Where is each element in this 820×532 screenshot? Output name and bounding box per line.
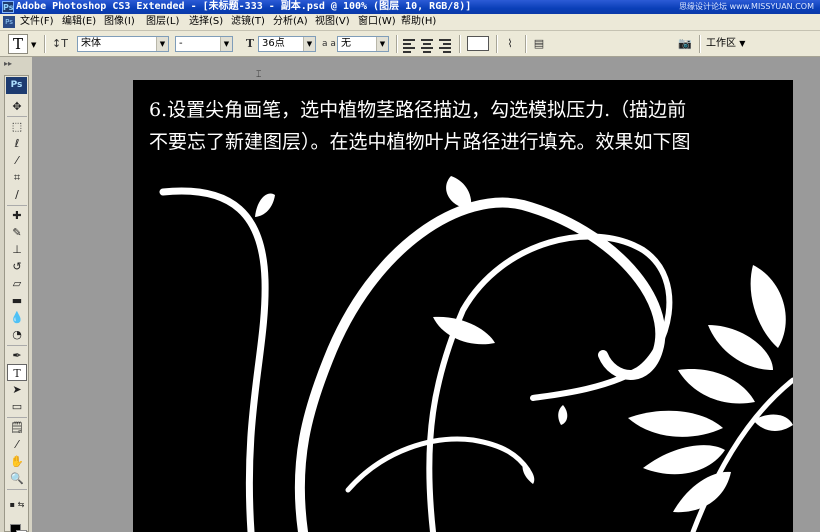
- window-title: Adobe Photoshop CS3 Extended - [未标题-333 …: [16, 1, 472, 12]
- menu-layer[interactable]: 图层(L): [146, 14, 179, 30]
- menu-view[interactable]: 视图(V): [315, 14, 350, 30]
- antialias-value: 无: [341, 38, 351, 49]
- divider: [396, 35, 398, 53]
- move-tool-icon[interactable]: ✥: [7, 98, 27, 115]
- tools-panel: Ps ✥ ⬚ ℓ ⁄ ⌗ ∕ ✚ ✎ ⊥ ↺ ▱ ▬ 💧 ◔ ✒ T ➤ ▭ 🗒…: [4, 75, 29, 532]
- swap-colors-icon[interactable]: ▪ ⇆: [7, 496, 27, 513]
- magic-wand-tool-icon[interactable]: ⁄: [7, 152, 27, 169]
- antialias-icon: a a: [322, 39, 336, 49]
- pen-tool-icon[interactable]: ✒: [7, 347, 27, 364]
- antialias-select[interactable]: 无 ▼: [337, 36, 389, 52]
- ps-logo: Ps: [6, 77, 27, 94]
- divider: [699, 35, 701, 53]
- divider: [7, 345, 27, 346]
- marquee-tool-icon[interactable]: ⬚: [7, 118, 27, 135]
- collapse-arrows-icon[interactable]: ▸▸: [4, 59, 12, 68]
- workspace-button[interactable]: 工作区 ▼: [706, 36, 745, 52]
- dodge-tool-icon[interactable]: ◔: [7, 326, 27, 343]
- type-tool-icon[interactable]: T: [7, 364, 27, 381]
- history-brush-tool-icon[interactable]: ↺: [7, 258, 27, 275]
- menu-help[interactable]: 帮助(H): [401, 14, 436, 30]
- options-bar: T ▼ ↕T 宋体 ▼ - ▼ T 36点 ▼ a a 无 ▼ ⌇ ▤ 📷 工作…: [0, 31, 820, 57]
- menu-select[interactable]: 选择(S): [189, 14, 223, 30]
- hand-tool-icon[interactable]: ✋: [7, 453, 27, 470]
- character-palette-icon[interactable]: ▤: [532, 36, 546, 52]
- menu-image[interactable]: 图像(I): [104, 14, 135, 30]
- chevron-down-icon[interactable]: ▼: [31, 41, 36, 49]
- document-canvas[interactable]: 6.设置尖角画笔，选中植物茎路径描边，勾选模拟压力.（描边前 不要忘了新建图层）…: [133, 80, 793, 532]
- zoom-tool-icon[interactable]: 🔍: [7, 470, 27, 487]
- crop-tool-icon[interactable]: ⌗: [7, 169, 27, 186]
- file-browser-icon[interactable]: 📷: [676, 36, 694, 52]
- text-color-swatch[interactable]: [467, 36, 489, 51]
- font-style-value: -: [179, 38, 183, 49]
- menu-analysis[interactable]: 分析(A): [273, 14, 308, 30]
- brush-tool-icon[interactable]: ✎: [7, 224, 27, 241]
- divider: [7, 205, 27, 206]
- workspace-label: 工作区: [706, 38, 736, 49]
- menu-file[interactable]: 文件(F): [20, 14, 54, 30]
- lasso-tool-icon[interactable]: ℓ: [7, 135, 27, 152]
- align-center-icon[interactable]: [421, 37, 435, 53]
- title-bar[interactable]: Ps Adobe Photoshop CS3 Extended - [未标题-3…: [0, 0, 820, 14]
- chevron-down-icon: ▼: [376, 37, 388, 51]
- font-family-select[interactable]: 宋体 ▼: [77, 36, 169, 52]
- divider: [7, 489, 27, 490]
- text-orientation-icon[interactable]: ↕T: [52, 36, 68, 52]
- text-cursor-icon: ⌶: [256, 70, 262, 80]
- font-family-value: 宋体: [81, 38, 101, 49]
- menu-window[interactable]: 窗口(W): [358, 14, 396, 30]
- chevron-down-icon: ▼: [220, 37, 232, 51]
- font-style-select[interactable]: - ▼: [175, 36, 233, 52]
- font-size-icon: T: [245, 37, 255, 50]
- chevron-down-icon: ▼: [156, 37, 168, 51]
- chevron-down-icon: ▼: [303, 37, 315, 51]
- tutorial-caption: 6.设置尖角画笔，选中植物茎路径描边，勾选模拟压力.（描边前 不要忘了新建图层）…: [149, 94, 789, 158]
- clone-stamp-tool-icon[interactable]: ⊥: [7, 241, 27, 258]
- align-left-icon[interactable]: [403, 37, 417, 53]
- divider: [7, 116, 27, 117]
- healing-brush-tool-icon[interactable]: ✚: [7, 207, 27, 224]
- path-selection-tool-icon[interactable]: ➤: [7, 381, 27, 398]
- watermark-text: 思缘设计论坛 www.MISSYUAN.COM: [679, 2, 814, 11]
- menu-bar: Ps 文件(F) 编辑(E) 图像(I) 图层(L) 选择(S) 滤镜(T) 分…: [0, 14, 820, 31]
- divider: [44, 35, 46, 53]
- align-right-icon[interactable]: [439, 37, 453, 53]
- caption-line-1: 6.设置尖角画笔，选中植物茎路径描边，勾选模拟压力.（描边前: [149, 99, 687, 121]
- tool-preset-picker[interactable]: T: [8, 34, 28, 54]
- chevron-down-icon: ▼: [739, 39, 746, 48]
- font-size-select[interactable]: 36点 ▼: [258, 36, 316, 52]
- divider: [496, 35, 498, 53]
- photoshop-window: Ps Adobe Photoshop CS3 Extended - [未标题-3…: [0, 0, 820, 532]
- ps-menu-icon[interactable]: Ps: [3, 16, 15, 28]
- menu-edit[interactable]: 编辑(E): [62, 14, 96, 30]
- slice-tool-icon[interactable]: ∕: [7, 186, 27, 203]
- notes-tool-icon[interactable]: 🗒: [7, 419, 27, 436]
- eyedropper-tool-icon[interactable]: ⁄: [7, 436, 27, 453]
- eraser-tool-icon[interactable]: ▱: [7, 275, 27, 292]
- warp-text-icon[interactable]: ⌇: [503, 36, 517, 52]
- gradient-tool-icon[interactable]: ▬: [7, 292, 27, 309]
- menu-filter[interactable]: 滤镜(T): [231, 14, 265, 30]
- app-icon: Ps: [2, 1, 14, 13]
- divider: [459, 35, 461, 53]
- caption-line-2: 不要忘了新建图层）。在选中植物叶片路径进行填充。效果如下图: [149, 131, 691, 153]
- divider: [525, 35, 527, 53]
- shape-tool-icon[interactable]: ▭: [7, 398, 27, 415]
- divider: [7, 417, 27, 418]
- blur-tool-icon[interactable]: 💧: [7, 309, 27, 326]
- font-size-value: 36点: [262, 38, 285, 49]
- tools-dock: ▸▸ Ps ✥ ⬚ ℓ ⁄ ⌗ ∕ ✚ ✎ ⊥ ↺ ▱ ▬ 💧 ◔ ✒ T ➤ …: [0, 57, 32, 532]
